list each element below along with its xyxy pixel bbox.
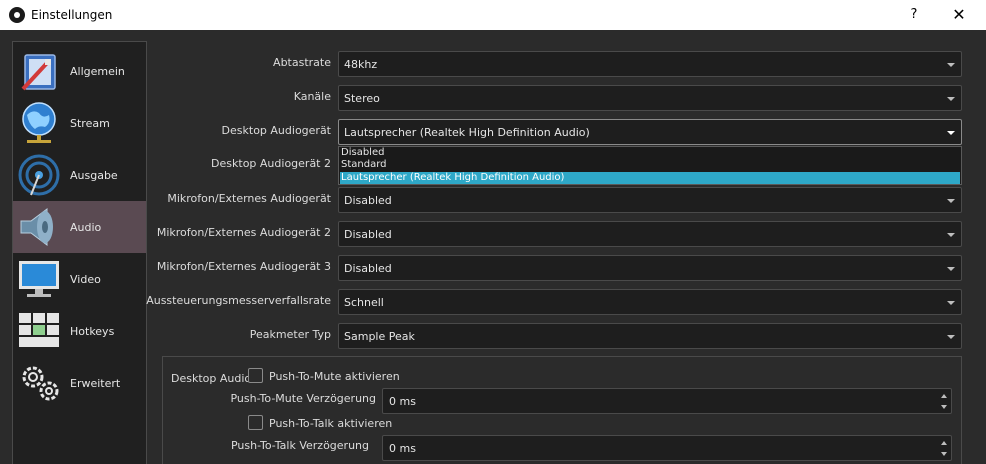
mic-device-label: Mikrofon/Externes Audiogerät xyxy=(167,192,331,205)
close-button[interactable]: ✕ xyxy=(948,4,970,26)
select-value: Stereo xyxy=(344,92,380,105)
chevron-down-icon xyxy=(947,301,955,305)
speaker-icon xyxy=(20,208,53,246)
gears-icon xyxy=(22,366,59,401)
sidebar-item-stream[interactable]: Stream xyxy=(13,97,146,149)
spin-down-icon[interactable] xyxy=(941,452,947,456)
abtastrate-label: Abtastrate xyxy=(273,56,331,69)
select-value: 48khz xyxy=(344,58,378,71)
monitor-icon xyxy=(19,261,59,297)
push-to-mute-checkbox[interactable] xyxy=(248,368,263,383)
push-to-talk-delay-label: Push-To-Talk Verzögerung xyxy=(230,439,369,452)
spinbox-value: 0 ms xyxy=(389,442,416,455)
sample-rate-select[interactable]: 48khz xyxy=(338,51,962,77)
sidebar-item-erweitert[interactable]: Erweitert xyxy=(13,357,146,409)
push-to-talk-label: Push-To-Talk aktivieren xyxy=(269,417,393,430)
desktop-audio-device-select[interactable]: Lautsprecher (Realtek High Definition Au… xyxy=(338,119,962,145)
select-value: Lautsprecher (Realtek High Definition Au… xyxy=(344,126,590,139)
meter-decay-label: Aussteuerungsmesserverfallsrate xyxy=(146,294,331,307)
sidebar-item-label: Video xyxy=(70,273,101,286)
push-to-mute-label: Push-To-Mute aktivieren xyxy=(269,370,400,383)
desktop-audio-device-dropdown: Disabled Standard Lautsprecher (Realtek … xyxy=(338,146,962,185)
window-title: Einstellungen xyxy=(31,8,113,22)
group-title: Desktop Audio xyxy=(171,372,252,385)
select-value: Disabled xyxy=(344,228,392,241)
sidebar-item-label: Hotkeys xyxy=(70,325,115,338)
kanaele-label: Kanäle xyxy=(293,90,331,103)
mic-device-select[interactable]: Disabled xyxy=(338,187,962,213)
chevron-down-icon xyxy=(947,131,955,135)
select-value: Sample Peak xyxy=(344,330,415,343)
sidebar-item-label: Allgemein xyxy=(70,65,125,78)
spin-up-icon[interactable] xyxy=(941,441,947,445)
desktop-audio-device-2-label: Desktop Audiogerät 2 xyxy=(211,157,331,170)
spin-down-icon[interactable] xyxy=(941,405,947,409)
help-button[interactable]: ? xyxy=(903,4,925,26)
push-to-talk-delay-spinbox[interactable]: 0 ms xyxy=(382,435,952,461)
peakmeter-type-select[interactable]: Sample Peak xyxy=(338,323,962,349)
sidebar-item-label: Ausgabe xyxy=(70,169,118,182)
push-to-talk-checkbox[interactable] xyxy=(248,415,263,430)
chevron-down-icon xyxy=(947,233,955,237)
sidebar-item-allgemein[interactable]: Allgemein xyxy=(13,45,146,97)
select-value: Disabled xyxy=(344,194,392,207)
broadcast-output-icon xyxy=(18,154,60,196)
desktop-audio-device-label: Desktop Audiogerät xyxy=(221,124,331,137)
peakmeter-type-label: Peakmeter Typ xyxy=(249,328,331,341)
select-value: Schnell xyxy=(344,296,384,309)
globe-stream-icon xyxy=(22,102,56,143)
mic-device-3-select[interactable]: Disabled xyxy=(338,255,962,281)
dropdown-option[interactable]: Standard xyxy=(340,159,960,171)
channels-select[interactable]: Stereo xyxy=(338,85,962,111)
spin-up-icon[interactable] xyxy=(941,394,947,398)
mic-device-2-label: Mikrofon/Externes Audiogerät 2 xyxy=(156,226,331,239)
chevron-down-icon xyxy=(947,335,955,339)
meter-decay-select[interactable]: Schnell xyxy=(338,289,962,315)
select-value: Disabled xyxy=(344,262,392,275)
sidebar-item-label: Erweitert xyxy=(70,377,121,390)
sidebar-item-audio[interactable]: Audio xyxy=(13,201,146,253)
push-to-mute-delay-label: Push-To-Mute Verzögerung xyxy=(230,392,376,405)
chevron-down-icon xyxy=(947,97,955,101)
obs-logo-icon xyxy=(9,7,25,23)
mic-device-2-select[interactable]: Disabled xyxy=(338,221,962,247)
sidebar-item-label: Stream xyxy=(70,117,110,130)
sidebar-item-hotkeys[interactable]: Hotkeys xyxy=(13,305,146,357)
sidebar-item-ausgabe[interactable]: Ausgabe xyxy=(13,149,146,201)
general-settings-icon xyxy=(21,54,56,91)
chevron-down-icon xyxy=(947,199,955,203)
push-to-mute-delay-spinbox[interactable]: 0 ms xyxy=(382,388,952,414)
sidebar-item-label: Audio xyxy=(70,221,102,234)
spinbox-value: 0 ms xyxy=(389,395,416,408)
chevron-down-icon xyxy=(947,63,955,67)
title-bar: Einstellungen ? ✕ xyxy=(0,0,986,30)
settings-sidebar: Allgemein Stream Ausgabe Audio Video Hot… xyxy=(12,41,147,464)
mic-device-3-label: Mikrofon/Externes Audiogerät 3 xyxy=(156,260,331,273)
dropdown-option[interactable]: Disabled xyxy=(340,147,960,159)
chevron-down-icon xyxy=(947,267,955,271)
sidebar-item-video[interactable]: Video xyxy=(13,253,146,305)
dropdown-option-selected[interactable]: Lautsprecher (Realtek High Definition Au… xyxy=(340,172,960,184)
keyboard-icon xyxy=(19,313,59,347)
